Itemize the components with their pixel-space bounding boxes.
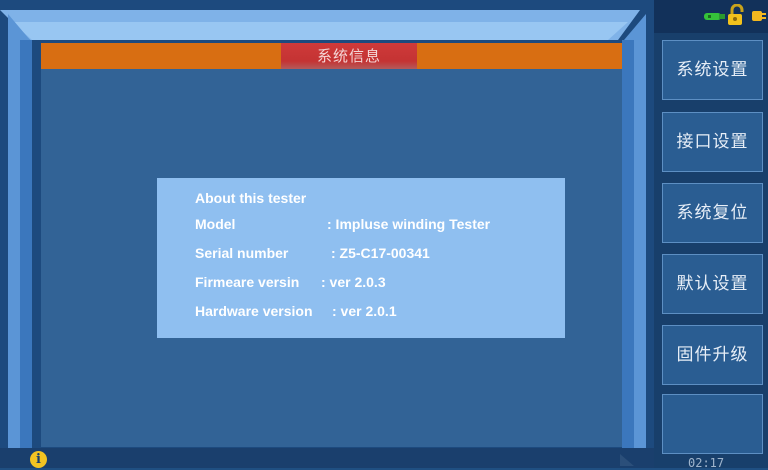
info-value: : ver 2.0.3	[321, 274, 386, 290]
sidebar: 系统设置 接口设置 系统复位 默认设置 固件升级	[654, 0, 768, 468]
corner-arrow-icon	[620, 454, 634, 466]
interface-settings-button[interactable]: 接口设置	[662, 112, 763, 172]
about-heading: About this tester	[195, 190, 307, 206]
title-bar: 系统信息	[41, 43, 622, 69]
usb-icon	[704, 13, 725, 20]
info-label: Firmeare versin	[195, 274, 300, 290]
tester-screen: 系统信息 About this tester Model : Impluse w…	[0, 0, 768, 470]
plug-icon	[752, 11, 766, 21]
lock-icon	[728, 4, 744, 25]
info-label: Hardware version	[195, 303, 313, 319]
default-settings-button[interactable]: 默认设置	[662, 254, 763, 314]
blank-button[interactable]	[662, 394, 763, 454]
page-title: 系统信息	[281, 43, 417, 69]
main-panel: 系统信息 About this tester Model : Impluse w…	[0, 0, 654, 468]
info-label: Serial number	[195, 245, 289, 261]
info-row-firmware: Firmeare versin : ver 2.0.3	[195, 274, 386, 294]
status-strip	[0, 448, 654, 468]
status-icons-bar	[654, 0, 768, 33]
firmware-upgrade-button[interactable]: 固件升级	[662, 325, 763, 385]
system-settings-button[interactable]: 系统设置	[662, 40, 763, 100]
info-row-serial: Serial number : Z5-C17-00341	[195, 245, 430, 265]
about-info-card: About this tester Model : Impluse windin…	[157, 178, 565, 338]
info-value: : Z5-C17-00341	[331, 245, 430, 261]
info-icon[interactable]: i	[30, 451, 47, 468]
info-value: : Impluse winding Tester	[327, 216, 491, 232]
system-reset-button[interactable]: 系统复位	[662, 183, 763, 243]
info-row-model: Model : Impluse winding Tester	[195, 216, 490, 236]
info-label: Model	[195, 216, 236, 232]
info-row-hardware: Hardware version : ver 2.0.1	[195, 303, 397, 323]
info-value: : ver 2.0.1	[332, 303, 397, 319]
